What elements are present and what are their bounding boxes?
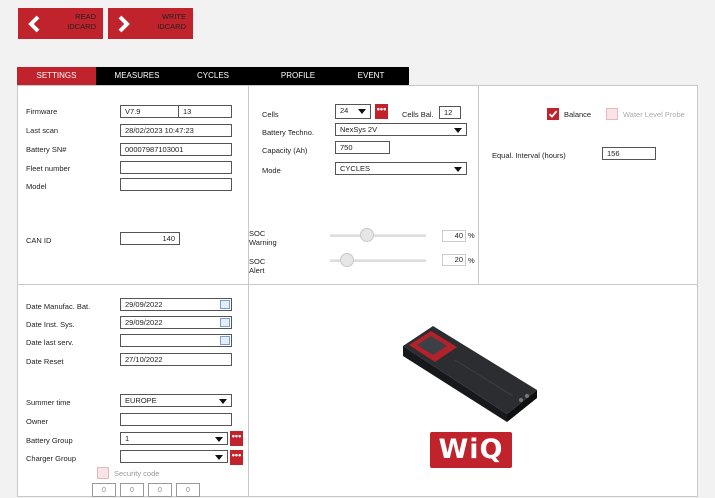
calendar-icon[interactable] — [220, 336, 230, 345]
soc-warning-percent: % — [468, 231, 475, 240]
summer-time-label: Summer time — [26, 398, 71, 407]
cells-bal-field[interactable]: 12 — [439, 106, 461, 119]
tab-event[interactable]: EVENT — [335, 67, 407, 85]
security-code-checkbox[interactable] — [97, 467, 109, 479]
battery-group-label: Battery Group — [26, 436, 73, 445]
fleet-number-field[interactable] — [120, 161, 232, 174]
battery-group-value: 1 — [125, 434, 130, 443]
battery-sn-field[interactable]: 00007987103001 — [120, 143, 232, 156]
chevron-down-icon — [215, 455, 223, 460]
water-level-probe-label: Water Level Probe — [623, 110, 685, 119]
checkmark-icon — [548, 110, 558, 118]
soc-alert-percent: % — [468, 256, 475, 265]
cells-bal-label: Cells Bal. — [402, 110, 434, 119]
tab-profile[interactable]: PROFILE — [262, 67, 334, 85]
charger-group-more-button[interactable]: ••• — [230, 450, 243, 465]
model-label: Model — [26, 182, 47, 191]
date-reset-label: Date Reset — [26, 357, 64, 366]
battery-techno-select[interactable]: NexSys 2V — [335, 123, 467, 136]
date-manufac-label: Date Manufac. Bat. — [26, 302, 91, 311]
model-field[interactable] — [120, 178, 232, 191]
wiq-logo: WiQ — [430, 432, 512, 468]
charger-group-label: Charger Group — [26, 454, 77, 463]
battery-techno-label: Battery Techno. — [262, 128, 314, 137]
tab-cycles[interactable]: CYCLES — [177, 67, 249, 85]
soc-alert-slider-handle[interactable] — [340, 253, 354, 267]
security-code-label: Security code — [114, 469, 160, 478]
date-reset-field[interactable]: 27/10/2022 — [120, 353, 232, 366]
soc-warning-slider-handle[interactable] — [360, 228, 374, 242]
soc-alert-value[interactable]: 20 — [442, 254, 466, 266]
soc-warning-slider-track[interactable] — [330, 234, 426, 237]
soc-warning-label: SOC Warning — [249, 229, 277, 247]
charger-group-select[interactable] — [120, 450, 228, 463]
firmware-label: Firmware — [26, 107, 58, 116]
battery-group-select[interactable]: 1 — [120, 432, 228, 445]
soc-warning-value[interactable]: 40 — [442, 230, 466, 242]
chevron-down-icon — [454, 128, 462, 133]
balance-label: Balance — [564, 110, 592, 119]
security-code-digit-3[interactable]: 0 — [148, 483, 172, 497]
equal-interval-field[interactable]: 156 — [602, 147, 656, 160]
read-idcard-button[interactable]: READ IDCARD — [18, 8, 103, 39]
write-idcard-label: WRITE IDCARD — [157, 12, 186, 31]
security-code-digit-4[interactable]: 0 — [176, 483, 200, 497]
mode-value: CYCLES — [340, 164, 371, 173]
date-last-serv-field[interactable] — [120, 334, 232, 347]
last-scan-field[interactable]: 28/02/2023 10:47:23 — [120, 124, 232, 137]
tab-bar: SETTINGS MEASURES CYCLES PROFILE EVENT — [17, 67, 409, 85]
cells-select[interactable]: 24 — [335, 104, 371, 119]
balance-checkbox[interactable] — [547, 108, 559, 120]
capacity-label: Capacity (Ah) — [262, 146, 308, 155]
owner-label: Owner — [26, 417, 49, 426]
summer-time-select[interactable]: EUROPE — [120, 394, 232, 407]
calendar-icon[interactable] — [220, 300, 230, 309]
chevron-down-icon — [219, 399, 227, 404]
security-code-digit-1[interactable]: 0 — [92, 483, 116, 497]
date-inst-label: Date Inst. Sys. — [26, 320, 75, 329]
security-code-digit-2[interactable]: 0 — [120, 483, 144, 497]
date-last-serv-label: Date last serv. — [26, 338, 74, 347]
wiq-device-image — [403, 326, 537, 422]
chevron-down-icon — [454, 167, 462, 172]
last-scan-label: Last scan — [26, 126, 59, 135]
write-idcard-button[interactable]: WRITE IDCARD — [108, 8, 193, 39]
read-idcard-label: READ IDCARD — [67, 12, 96, 31]
can-id-label: CAN ID — [26, 236, 52, 245]
calendar-icon[interactable] — [220, 318, 230, 327]
tab-measures[interactable]: MEASURES — [101, 67, 173, 85]
water-level-probe-checkbox[interactable] — [606, 108, 618, 120]
battery-techno-value: NexSys 2V — [340, 125, 378, 134]
cells-more-button[interactable]: ••• — [375, 104, 388, 119]
owner-field[interactable] — [120, 413, 232, 426]
chevron-down-icon — [358, 109, 366, 114]
cells-value: 24 — [340, 106, 349, 115]
arrow-right-icon — [111, 8, 137, 39]
firmware-build-field[interactable]: 13 — [178, 105, 232, 118]
battery-sn-label: Battery SN# — [26, 145, 67, 154]
capacity-field[interactable]: 750 — [335, 141, 390, 154]
date-inst-field[interactable]: 29/09/2022 — [120, 316, 232, 329]
arrow-left-icon — [21, 8, 47, 39]
firmware-version-field[interactable]: V7.9 — [120, 105, 179, 118]
soc-alert-label: SOC Alert — [249, 257, 266, 275]
date-manufac-field[interactable]: 29/09/2022 — [120, 298, 232, 311]
fleet-number-label: Fleet number — [26, 164, 71, 173]
battery-group-more-button[interactable]: ••• — [230, 431, 243, 446]
chevron-down-icon — [215, 437, 223, 442]
mode-label: Mode — [262, 166, 281, 175]
cells-label: Cells — [262, 110, 279, 119]
date-manufac-value: 29/09/2022 — [125, 300, 163, 309]
date-inst-value: 29/09/2022 — [125, 318, 163, 327]
wiq-logo-text: WiQ — [438, 434, 504, 465]
mode-select[interactable]: CYCLES — [335, 162, 467, 175]
tab-settings[interactable]: SETTINGS — [17, 67, 96, 85]
summer-time-value: EUROPE — [125, 396, 157, 405]
can-id-field[interactable]: 140 — [120, 232, 180, 245]
equal-interval-label: Equal. Interval (hours) — [492, 151, 566, 160]
